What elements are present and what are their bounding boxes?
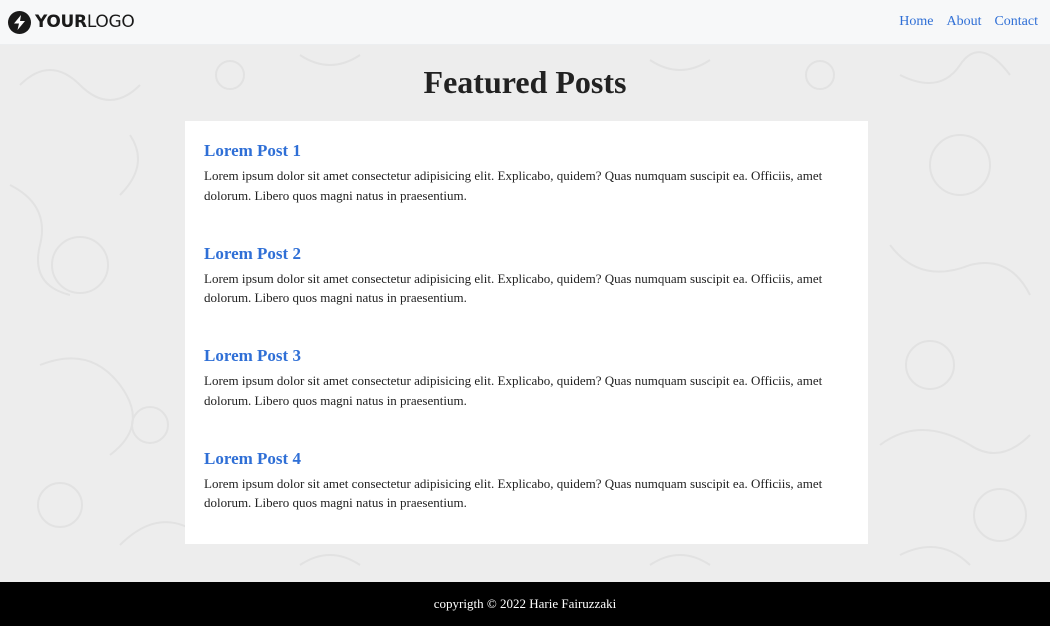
post-title-link[interactable]: Lorem Post 2 bbox=[204, 244, 301, 264]
nav-link-home[interactable]: Home bbox=[899, 14, 933, 30]
footer: copyrigth © 2022 Harie Fairuzzaki bbox=[0, 582, 1050, 626]
copyright-text: copyrigth © 2022 Harie Fairuzzaki bbox=[433, 596, 617, 611]
site-logo[interactable]: YOURLOGO bbox=[8, 10, 135, 34]
nav-link-about[interactable]: About bbox=[946, 14, 981, 30]
nav-link-contact[interactable]: Contact bbox=[994, 14, 1038, 30]
page-title: Featured Posts bbox=[423, 64, 627, 100]
post-excerpt: Lorem ipsum dolor sit amet consectetur a… bbox=[204, 475, 823, 511]
post-title-link[interactable]: Lorem Post 4 bbox=[204, 449, 301, 469]
post-item: Lorem Post 3 Lorem ipsum dolor sit amet … bbox=[204, 346, 849, 449]
logo-text-bold: YOUR bbox=[35, 12, 87, 32]
post-excerpt: Lorem ipsum dolor sit amet consectetur a… bbox=[204, 373, 823, 408]
logo-text-light: LOGO bbox=[86, 12, 135, 32]
post-item: Lorem Post 2 Lorem ipsum dolor sit amet … bbox=[204, 244, 849, 347]
post-excerpt: Lorem ipsum dolor sit amet consectetur a… bbox=[204, 270, 823, 306]
post-title-link[interactable]: Lorem Post 1 bbox=[204, 141, 301, 161]
post-item: Lorem Post 1 Lorem ipsum dolor sit amet … bbox=[204, 141, 849, 244]
logo-text: YOURLOGO bbox=[35, 12, 135, 32]
post-title-link[interactable]: Lorem Post 3 bbox=[204, 346, 301, 366]
post-item: Lorem Post 4 Lorem ipsum dolor sit amet … bbox=[204, 449, 849, 552]
nav-menu: Home About Contact bbox=[899, 14, 1038, 30]
post-excerpt: Lorem ipsum dolor sit amet consectetur a… bbox=[204, 168, 823, 203]
lightning-bolt-icon bbox=[8, 10, 31, 34]
featured-posts-card: Lorem Post 1 Lorem ipsum dolor sit amet … bbox=[185, 121, 868, 544]
navbar: YOURLOGO Home About Contact bbox=[0, 0, 1050, 45]
